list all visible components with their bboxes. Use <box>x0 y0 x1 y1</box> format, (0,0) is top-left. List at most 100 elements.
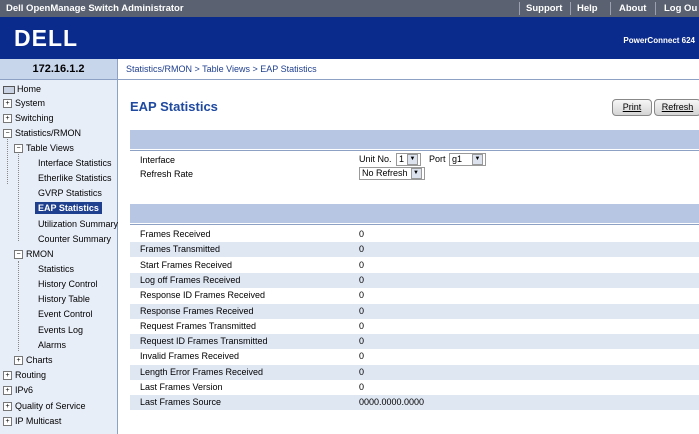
refresh-button[interactable]: Refresh <box>654 99 699 116</box>
collapse-icon[interactable]: − <box>3 129 12 139</box>
stat-row: Last Frames Source 0000.0000.0000 <box>130 395 699 411</box>
chevron-down-icon: ▼ <box>407 154 419 166</box>
chevron-down-icon: ▼ <box>472 154 484 166</box>
stat-row: Frames Received 0 <box>130 227 699 242</box>
stat-label: Last Frames Version <box>140 382 223 392</box>
stat-label: Log off Frames Received <box>140 274 241 285</box>
stat-value: 0 <box>359 274 365 285</box>
nav-utilization-summary[interactable]: Utilization Summary <box>38 218 118 230</box>
nav-switching[interactable]: + Switching <box>3 112 54 124</box>
support-link[interactable]: Support <box>526 3 562 14</box>
unit-select[interactable]: 1 ▼ <box>396 153 422 166</box>
nav-history-control[interactable]: History Control <box>38 278 98 290</box>
refresh-rate-select[interactable]: No Refresh ▼ <box>359 167 425 180</box>
expand-icon[interactable]: + <box>3 99 12 109</box>
nav-event-control[interactable]: Event Control <box>38 308 93 320</box>
divider <box>519 2 520 15</box>
expand-icon[interactable]: + <box>3 417 12 427</box>
stat-value: 0 <box>359 320 365 331</box>
refresh-rate-row: Refresh Rate No Refresh ▼ <box>130 167 699 182</box>
nav-history-table[interactable]: History Table <box>38 293 90 305</box>
interface-label: Interface <box>140 155 176 165</box>
nav-statistics-rmon[interactable]: − Statistics/RMON <box>3 127 81 139</box>
unit-label: Unit No. <box>359 154 392 164</box>
stat-label: Length Error Frames Received <box>140 366 264 377</box>
refresh-rate-label: Refresh Rate <box>140 169 194 179</box>
nav-events-log[interactable]: Events Log <box>38 324 83 336</box>
expand-icon[interactable]: + <box>3 371 12 381</box>
nav-ip-multicast[interactable]: + IP Multicast <box>3 415 61 427</box>
stat-value: 0 <box>359 366 365 377</box>
nav-routing[interactable]: + Routing <box>3 369 46 381</box>
breadcrumb-bar: Statistics/RMON > Table Views > EAP Stat… <box>118 59 699 80</box>
stat-row: Response ID Frames Received 0 <box>130 288 699 303</box>
stat-label: Request Frames Transmitted <box>140 320 257 331</box>
statistics-panel: Frames Received 0 Frames Transmitted 0 Start… <box>130 204 699 411</box>
main-content: EAP Statistics Print Refresh Interface U… <box>118 80 699 434</box>
page-title: EAP Statistics <box>130 99 218 114</box>
model-name: PowerConnect 624 <box>623 36 695 45</box>
stat-label: Frames Received <box>140 229 211 239</box>
nav-counter-summary[interactable]: Counter Summary <box>38 233 111 245</box>
interface-panel: Interface Unit No. 1 ▼ Port g1 ▼ Refresh R… <box>130 130 699 180</box>
divider <box>655 2 656 15</box>
expand-icon[interactable]: + <box>3 402 12 412</box>
stat-label: Response Frames Received <box>140 305 254 316</box>
panel-header <box>130 130 699 149</box>
stat-row: Log off Frames Received 0 <box>130 272 699 288</box>
stat-row: Start Frames Received 0 <box>130 258 699 273</box>
nav-gvrp-statistics[interactable]: GVRP Statistics <box>38 187 102 199</box>
dell-logo: DELL <box>14 25 79 51</box>
expand-icon[interactable]: + <box>3 386 12 396</box>
stat-row: Length Error Frames Received 0 <box>130 364 699 380</box>
stat-label: Request ID Frames Transmitted <box>140 336 268 347</box>
nav-home[interactable]: Home <box>3 83 41 95</box>
divider <box>610 2 611 15</box>
app-title: Dell OpenManage Switch Administrator <box>6 3 184 14</box>
stat-row: Frames Transmitted 0 <box>130 242 699 258</box>
stat-label: Start Frames Received <box>140 259 233 270</box>
interface-row: Interface Unit No. 1 ▼ Port g1 ▼ <box>130 153 699 168</box>
stat-value: 0 <box>359 336 365 347</box>
logout-link[interactable]: Log Ou <box>664 3 697 14</box>
top-bar: Dell OpenManage Switch Administrator Sup… <box>0 0 699 17</box>
nav-etherlike-statistics[interactable]: Etherlike Statistics <box>38 172 112 184</box>
header-banner <box>0 17 699 59</box>
nav-quality-of-service[interactable]: + Quality of Service <box>3 400 86 412</box>
nav-system[interactable]: + System <box>3 97 45 109</box>
stat-label: Frames Transmitted <box>140 244 221 255</box>
nav-charts[interactable]: + Charts <box>14 354 53 366</box>
nav-eap-statistics[interactable]: EAP Statistics <box>35 202 102 214</box>
nav-ipv6[interactable]: + IPv6 <box>3 384 33 396</box>
stat-label: Invalid Frames Received <box>140 351 240 362</box>
nav-rmon-statistics[interactable]: Statistics <box>38 263 74 275</box>
home-icon <box>3 85 15 94</box>
nav-interface-statistics[interactable]: Interface Statistics <box>38 157 112 169</box>
nav-table-views[interactable]: − Table Views <box>14 142 74 154</box>
stat-value: 0 <box>359 290 365 301</box>
nav-alarms[interactable]: Alarms <box>38 339 66 351</box>
stat-value: 0 <box>359 244 365 255</box>
nav-tree: Home + System + Switching − Statistics/RMON… <box>0 80 118 434</box>
nav-rmon[interactable]: − RMON <box>14 248 54 260</box>
stat-label: Response ID Frames Received <box>140 290 266 301</box>
stat-row: Request ID Frames Transmitted 0 <box>130 334 699 350</box>
stat-value: 0 <box>359 305 365 316</box>
expand-icon[interactable]: + <box>3 114 12 124</box>
port-label: Port <box>429 154 446 164</box>
stat-label: Last Frames Source <box>140 397 222 408</box>
help-link[interactable]: Help <box>577 3 598 14</box>
collapse-icon[interactable]: − <box>14 144 23 154</box>
stat-row: Response Frames Received 0 <box>130 303 699 319</box>
about-link[interactable]: About <box>619 3 646 14</box>
print-button[interactable]: Print <box>612 99 652 116</box>
device-ip: 172.16.1.2 <box>0 59 118 80</box>
divider <box>570 2 571 15</box>
tree-line <box>18 148 19 241</box>
port-select[interactable]: g1 ▼ <box>449 153 487 166</box>
expand-icon[interactable]: + <box>14 356 23 366</box>
breadcrumb[interactable]: Statistics/RMON > Table Views > EAP Stat… <box>126 64 317 74</box>
collapse-icon[interactable]: − <box>14 250 23 260</box>
stat-value: 0 <box>359 229 365 239</box>
stat-value: 0 <box>359 259 365 270</box>
